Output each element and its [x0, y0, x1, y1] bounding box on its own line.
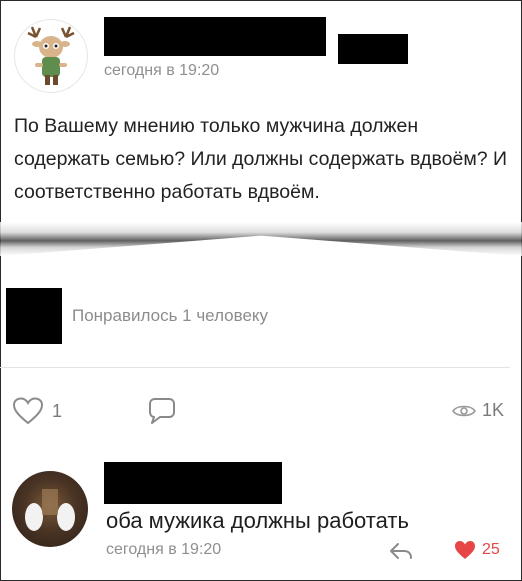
- commenter-photo: [25, 489, 75, 531]
- comment-icon: [149, 398, 175, 424]
- post-author-avatar[interactable]: [14, 19, 88, 93]
- likes-summary-text: Понравилось 1 человеку: [72, 306, 269, 325]
- post-header: сегодня в 19:20: [0, 0, 522, 100]
- like-button[interactable]: 1: [12, 396, 62, 426]
- redacted-author-name: [104, 17, 326, 56]
- divider: [0, 367, 510, 368]
- deer-mascot-image: [27, 26, 75, 85]
- views-count: 1K: [482, 400, 505, 420]
- heart-outline-icon: [12, 397, 44, 425]
- eye-icon: [452, 405, 476, 416]
- reply-arrow-icon: [390, 543, 412, 559]
- post-action-bar: 1 1K: [0, 390, 522, 430]
- comment-like-count: 25: [482, 541, 500, 558]
- likes-summary-row[interactable]: Понравилось 1 человеку: [0, 284, 522, 344]
- redacted-liker-avatar: [6, 288, 62, 344]
- post-timestamp: сегодня в 19:20: [104, 62, 220, 79]
- comment-item: оба мужика должны работать сегодня в 19:…: [0, 456, 522, 581]
- heart-filled-icon: [455, 541, 475, 559]
- commenter-avatar[interactable]: [12, 471, 88, 547]
- reply-button[interactable]: [388, 541, 414, 561]
- views-counter: 1K: [452, 400, 504, 421]
- comment-timestamp: сегодня в 19:20: [106, 541, 222, 558]
- comment-like-button[interactable]: 25: [454, 540, 500, 560]
- redacted-commenter-name: [104, 462, 282, 504]
- comment-text: оба мужика должны работать: [106, 508, 409, 533]
- like-count: 1: [52, 400, 63, 421]
- comment-button[interactable]: [146, 396, 178, 426]
- post-text: По Вашему мнению только мужчина должен с…: [14, 115, 508, 203]
- redacted-block: [338, 34, 408, 64]
